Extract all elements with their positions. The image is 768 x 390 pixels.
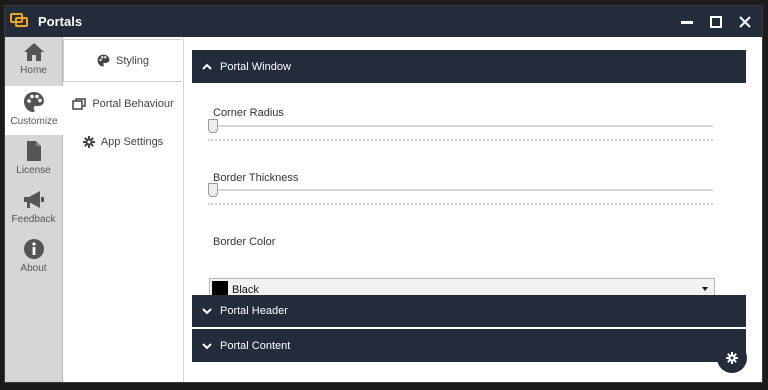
settings-fab-button[interactable] (717, 343, 747, 373)
section-portal-window-header[interactable]: Portal Window (192, 50, 746, 83)
minimize-icon (681, 20, 693, 24)
gear-icon (82, 136, 95, 148)
info-icon (23, 239, 44, 259)
gear-icon (726, 352, 738, 364)
rail-item-label: Customize (10, 116, 58, 127)
slider-thumb[interactable] (208, 183, 218, 197)
maximize-button[interactable] (701, 6, 731, 37)
chevron-down-icon (202, 308, 212, 315)
tab-app-settings[interactable]: App Settings (63, 122, 183, 162)
slider-track (208, 189, 713, 191)
minimize-button[interactable] (672, 6, 702, 37)
close-icon (739, 15, 751, 28)
windows-icon (72, 98, 87, 110)
customize-subnav: Styling Portal Behaviour App Settings (63, 37, 184, 382)
rail-item-license[interactable]: License (5, 135, 62, 184)
title-bar[interactable]: Portals (5, 6, 762, 37)
section-portal-header[interactable]: Portal Header (192, 295, 746, 327)
app-title: Portals (38, 14, 83, 29)
slider-thumb[interactable] (208, 119, 218, 133)
tab-label: Portal Behaviour (92, 98, 174, 110)
palette-icon (97, 54, 110, 67)
slider-track (208, 125, 713, 127)
tab-styling[interactable]: Styling (63, 39, 182, 82)
tab-label: Styling (115, 54, 150, 67)
rail-item-label: About (20, 263, 47, 274)
megaphone-icon (23, 191, 44, 208)
border-color-label: Border Color (213, 236, 276, 248)
section-title: Portal Content (220, 339, 291, 352)
app-window: Portals Home Customize License Feedback … (4, 5, 763, 383)
styling-panel: Portal Window Corner Radius Border Thick… (184, 37, 762, 382)
corner-radius-label: Corner Radius (213, 107, 284, 119)
chevron-down-icon (702, 287, 708, 291)
rail-item-label: Home (20, 65, 47, 76)
home-icon (23, 43, 44, 61)
section-portal-content[interactable]: Portal Content (192, 329, 746, 362)
rail-item-customize[interactable]: Customize (5, 86, 63, 135)
maximize-icon (710, 15, 722, 28)
border-thickness-slider[interactable] (208, 183, 713, 197)
close-button[interactable] (730, 6, 760, 37)
slider-ticks (208, 203, 713, 207)
section-title: Portal Header (220, 305, 288, 317)
rail-item-about[interactable]: About (5, 233, 62, 282)
rail-item-home[interactable]: Home (5, 37, 62, 86)
rail-item-label: Feedback (11, 214, 56, 225)
section-title: Portal Window (220, 60, 291, 73)
document-icon (26, 141, 41, 161)
main-nav-rail: Home Customize License Feedback About (5, 37, 63, 382)
tab-portal-behaviour[interactable]: Portal Behaviour (63, 84, 183, 124)
rail-item-label: License (16, 165, 51, 176)
tab-label: App Settings (100, 136, 164, 148)
chevron-down-icon (202, 342, 212, 349)
rail-item-feedback[interactable]: Feedback (5, 184, 62, 233)
corner-radius-slider[interactable] (208, 119, 713, 133)
palette-icon (24, 92, 44, 112)
portals-logo-icon (10, 13, 28, 27)
slider-ticks (208, 139, 713, 143)
chevron-up-icon (202, 63, 212, 70)
